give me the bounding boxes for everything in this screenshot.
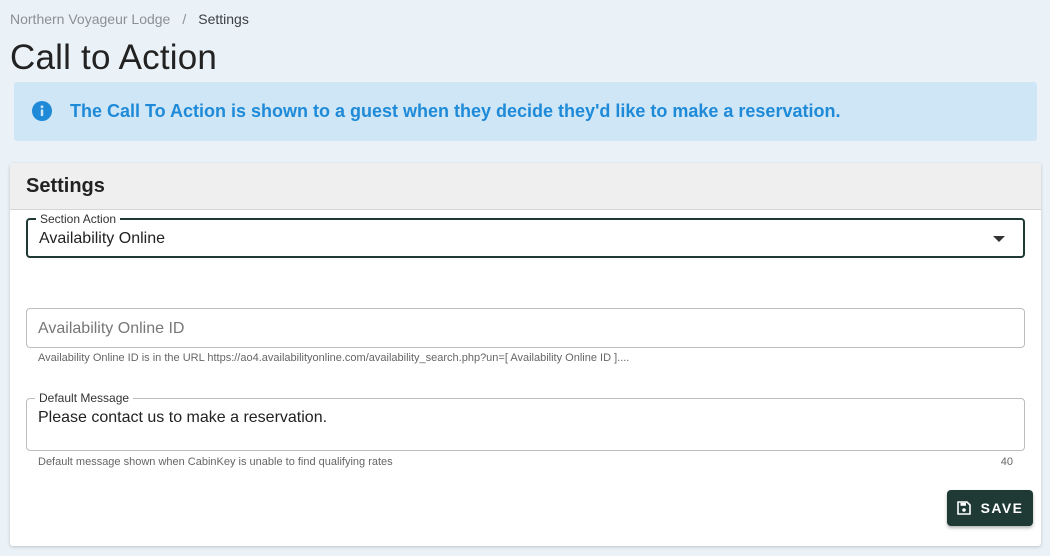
- card-title: Settings: [26, 174, 105, 197]
- default-message-value: Please contact us to make a reservation.: [38, 409, 328, 426]
- section-action-label: Section Action: [36, 212, 121, 226]
- default-message-label: Default Message: [35, 391, 134, 405]
- section-action-select[interactable]: Section Action Availability Online: [26, 212, 1025, 258]
- section-action-value: Availability Online: [39, 230, 165, 247]
- breadcrumb-separator: /: [182, 11, 187, 27]
- availability-online-id-helper: Availability Online ID is in the URL htt…: [38, 352, 630, 364]
- breadcrumb-parent-link[interactable]: Northern Voyageur Lodge: [10, 11, 170, 27]
- character-counter: 40: [1000, 456, 1013, 468]
- default-message-helper: Default message shown when CabinKey is u…: [38, 456, 393, 468]
- card-header: Settings: [10, 163, 1041, 210]
- breadcrumb: Northern Voyageur Lodge / Settings: [10, 11, 249, 27]
- alert-text: The Call To Action is shown to a guest w…: [70, 101, 841, 121]
- page-title: Call to Action: [10, 38, 218, 77]
- breadcrumb-current: Settings: [198, 11, 249, 27]
- info-icon: [32, 101, 52, 121]
- availability-online-id-input[interactable]: Availability Online ID: [26, 308, 1025, 348]
- floppy-disk-icon: [956, 501, 971, 515]
- save-button[interactable]: SAVE: [947, 490, 1033, 526]
- info-alert: The Call To Action is shown to a guest w…: [14, 82, 1037, 141]
- save-button-label: SAVE: [980, 500, 1024, 516]
- settings-card: Settings Section Action Availability Onl…: [10, 163, 1041, 546]
- default-message-textarea[interactable]: Default Message Please contact us to mak…: [26, 391, 1025, 451]
- availability-online-id-placeholder: Availability Online ID: [38, 320, 185, 337]
- chevron-down-icon[interactable]: [993, 236, 1005, 242]
